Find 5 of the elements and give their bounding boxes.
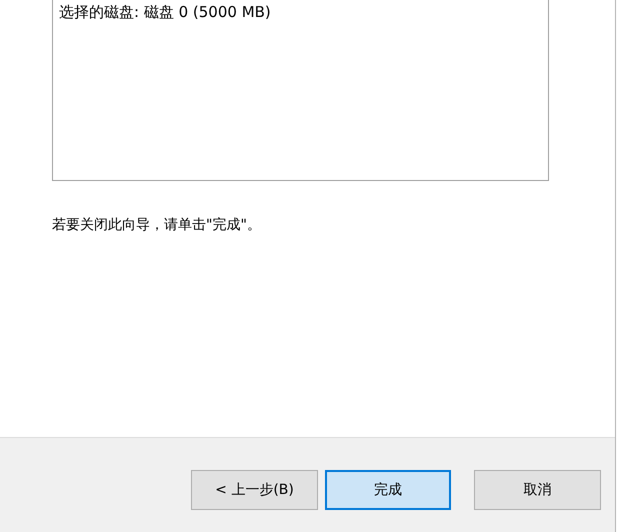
- wizard-button[interactable]: 取消: [474, 470, 601, 510]
- wizard-button[interactable]: < 上一步(B): [191, 470, 318, 510]
- instruction-text: 若要关闭此向导，请单击"完成"。: [52, 216, 261, 234]
- wizard-button[interactable]: 完成: [325, 470, 451, 510]
- summary-text: 选择的磁盘: 磁盘 0 (5000 MB): [59, 3, 271, 21]
